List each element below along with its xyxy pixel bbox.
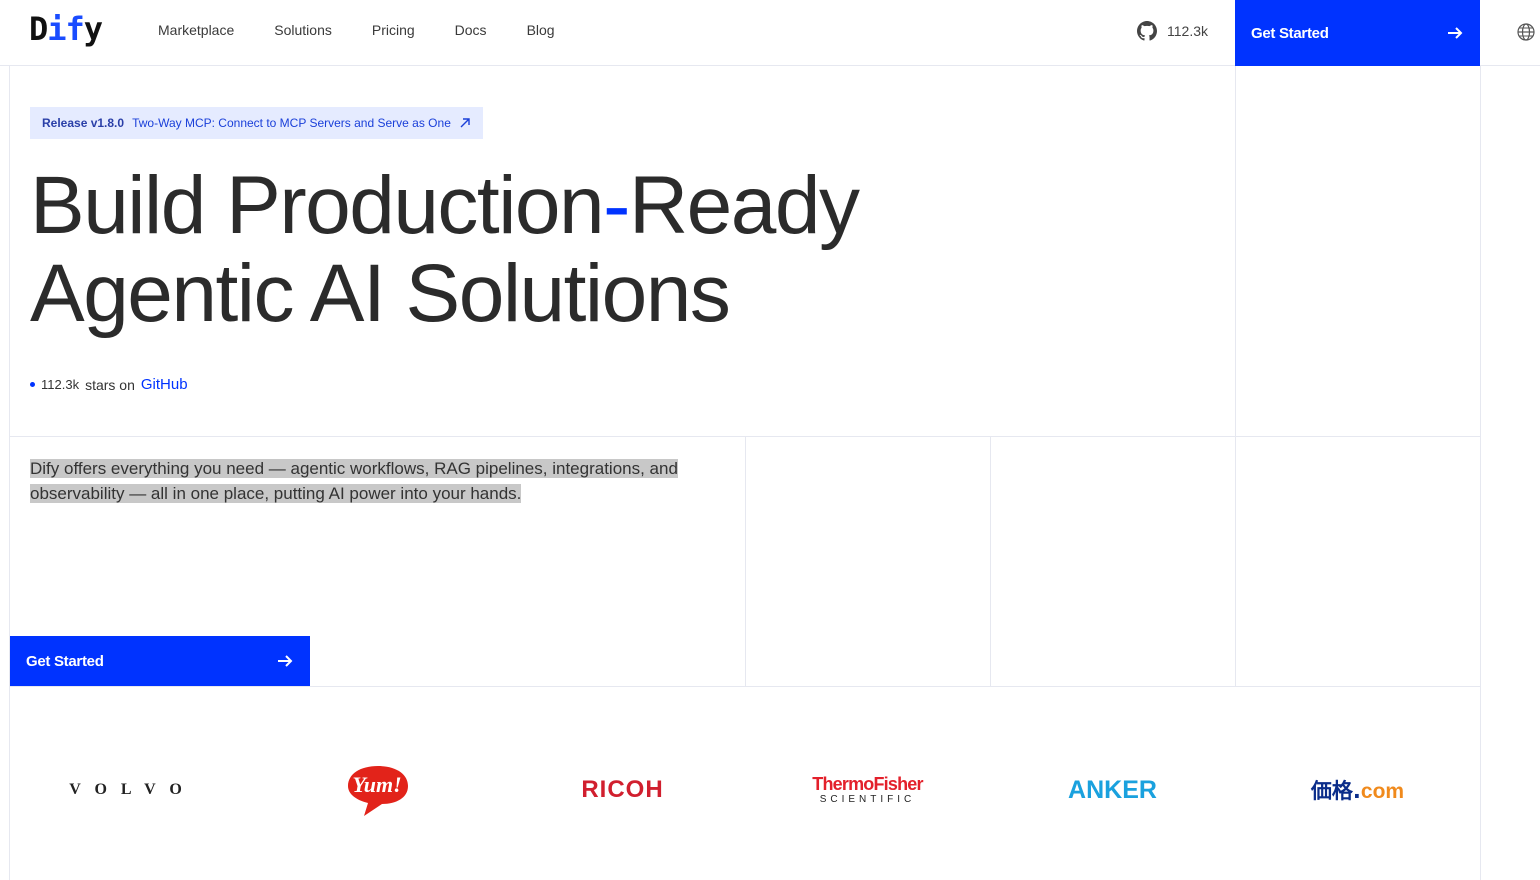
stars-count: 112.3k bbox=[41, 377, 80, 392]
main-nav: Marketplace Solutions Pricing Docs Blog bbox=[158, 22, 595, 38]
yum-badge: Yum! bbox=[347, 766, 408, 816]
arrow-right-icon bbox=[278, 655, 293, 667]
ricoh-logo: RICOH bbox=[500, 740, 745, 840]
headline-part: Ready bbox=[628, 160, 860, 251]
top-navbar: Dify Marketplace Solutions Pricing Docs … bbox=[0, 0, 1540, 66]
release-text: Two-Way MCP: Connect to MCP Servers and … bbox=[132, 116, 451, 130]
anker-wordmark: ANKER bbox=[1068, 775, 1157, 804]
nav-marketplace[interactable]: Marketplace bbox=[158, 22, 234, 38]
github-stars-link[interactable]: 112.3k bbox=[1137, 21, 1208, 41]
headline-dash: - bbox=[603, 160, 630, 251]
thermofisher-wordmark: ThermoFisher bbox=[812, 774, 923, 794]
nav-docs[interactable]: Docs bbox=[455, 22, 487, 38]
release-badge[interactable]: Release v1.8.0 Two-Way MCP: Connect to M… bbox=[30, 107, 483, 139]
kakaku-wordmark: 価格 bbox=[1310, 779, 1353, 803]
cta-label: Get Started bbox=[26, 652, 104, 670]
nav-blog[interactable]: Blog bbox=[527, 22, 555, 38]
anker-logo: ANKER bbox=[990, 740, 1235, 840]
nav-pricing[interactable]: Pricing bbox=[372, 22, 415, 38]
grid-line bbox=[1235, 66, 1236, 686]
get-started-button-top[interactable]: Get Started bbox=[1235, 0, 1480, 66]
release-version: Release v1.8.0 bbox=[42, 116, 125, 130]
headline-line2: Agentic AI Solutions bbox=[30, 248, 731, 339]
github-icon bbox=[1137, 21, 1157, 41]
stars-text: stars on bbox=[85, 376, 135, 393]
ricoh-wordmark: RICOH bbox=[581, 776, 664, 803]
arrow-right-icon bbox=[1448, 27, 1463, 39]
kakaku-logo: 価格.com bbox=[1235, 740, 1480, 840]
bullet-dot bbox=[30, 382, 35, 387]
kakaku-dot: . bbox=[1352, 779, 1361, 803]
nav-solutions[interactable]: Solutions bbox=[274, 22, 332, 38]
grid-line bbox=[745, 436, 746, 686]
github-stars-line: 112.3k stars on GitHub bbox=[30, 376, 188, 393]
volvo-logo: VOLVO bbox=[10, 740, 255, 840]
kakaku-com: com bbox=[1360, 780, 1405, 803]
hero-headline: Build Production-Ready Agentic AI Soluti… bbox=[30, 160, 860, 339]
github-link[interactable]: GitHub bbox=[141, 376, 188, 393]
hero-description: Dify offers everything you need — agenti… bbox=[30, 459, 678, 503]
globe-icon[interactable] bbox=[1516, 22, 1536, 42]
customer-logos: VOLVO Yum! RICOH ThermoFisher SCIENTIFIC… bbox=[10, 740, 1480, 840]
grid-line bbox=[9, 686, 1480, 687]
thermofisher-logo: ThermoFisher SCIENTIFIC bbox=[745, 740, 990, 840]
dify-logo[interactable]: Dify bbox=[29, 10, 103, 48]
yum-text: Yum! bbox=[352, 772, 401, 797]
cta-label: Get Started bbox=[1251, 24, 1329, 42]
yum-logo: Yum! bbox=[255, 740, 500, 840]
grid-line bbox=[9, 436, 1480, 437]
scientific-wordmark: SCIENTIFIC bbox=[819, 794, 916, 805]
grid-line bbox=[1480, 66, 1481, 880]
grid-line bbox=[990, 436, 991, 686]
headline-part: Build Production bbox=[30, 160, 605, 251]
github-count: 112.3k bbox=[1167, 23, 1208, 39]
volvo-wordmark: VOLVO bbox=[69, 781, 196, 798]
get-started-button[interactable]: Get Started bbox=[10, 636, 310, 686]
arrow-up-right-icon bbox=[460, 118, 470, 128]
